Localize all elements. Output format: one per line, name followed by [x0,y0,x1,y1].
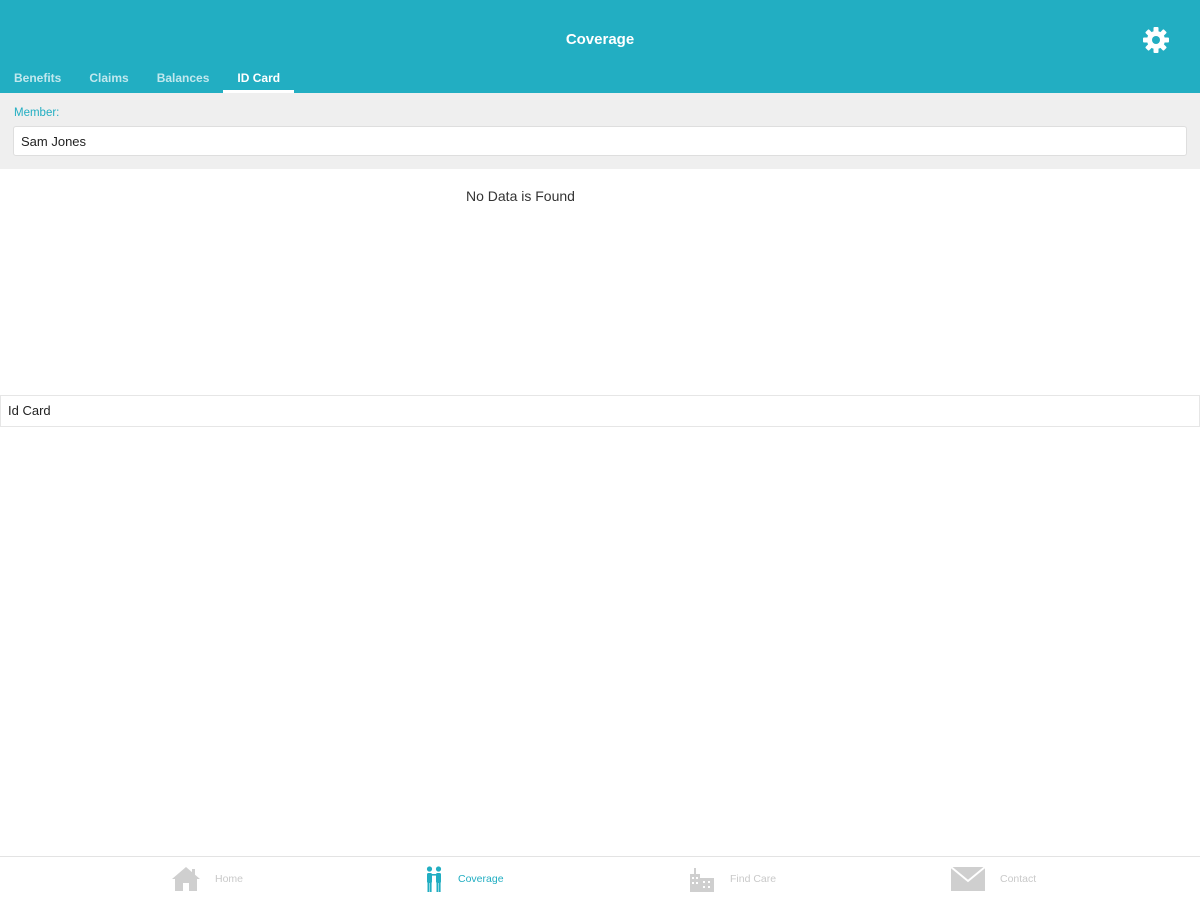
gear-icon [1143,27,1169,53]
nav-find-care-label: Find Care [730,873,777,885]
member-select[interactable]: Sam Jones [13,126,1187,156]
member-label: Member: [14,107,60,119]
envelope-icon [950,866,986,891]
empty-state-message: No Data is Found [466,188,575,204]
nav-home-label: Home [215,873,244,885]
people-icon [426,866,442,892]
nav-find-care[interactable]: Find Care [688,857,776,900]
page-title: Coverage [565,31,635,48]
nav-coverage[interactable]: Coverage [424,857,504,900]
home-icon [172,867,200,891]
tab-claims[interactable]: Claims [75,66,142,93]
tab-balances[interactable]: Balances [143,66,224,93]
nav-coverage-label: Coverage [458,873,504,885]
tab-id-card[interactable]: ID Card [223,66,294,93]
nav-contact[interactable]: Contact [950,857,1036,900]
settings-button[interactable] [1140,24,1172,56]
id-card-row[interactable]: Id Card [0,395,1200,427]
nav-home[interactable]: Home [171,857,243,900]
header-bar: Coverage Benefits Claims Balances ID Car… [0,0,1200,93]
nav-contact-label: Contact [1000,873,1037,885]
coverage-tabs: Benefits Claims Balances ID Card [0,66,294,93]
member-panel: Member: Sam Jones [0,93,1200,169]
bottom-nav: Home Coverage Find Care Contact [0,856,1200,900]
tab-benefits[interactable]: Benefits [0,66,75,93]
buildings-icon [690,868,714,892]
